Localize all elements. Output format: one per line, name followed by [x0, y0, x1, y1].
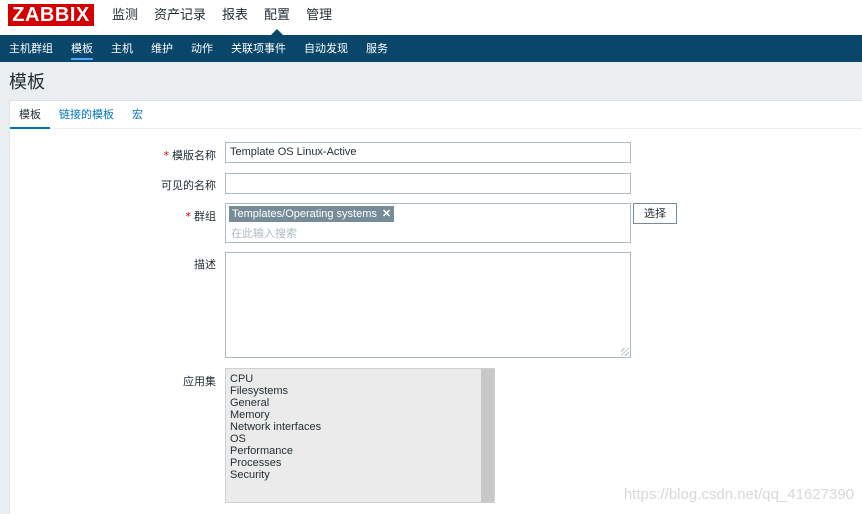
description-label: 描述	[194, 258, 216, 271]
submenu-host-groups[interactable]: 主机群组	[0, 35, 62, 62]
sub-menu: 主机群组 模板 主机 维护 动作 关联项事件 自动发现 服务	[0, 35, 862, 62]
required-mark: *	[185, 210, 192, 223]
tab-macros[interactable]: 宏	[123, 101, 152, 128]
application-item[interactable]: OS	[230, 433, 494, 445]
main-menu: 监测 资产记录 报表 配置 管理	[104, 0, 340, 35]
tab-template[interactable]: 模板	[10, 101, 50, 129]
submenu-maintenance[interactable]: 维护	[142, 35, 182, 62]
application-item[interactable]: Memory	[230, 409, 494, 421]
visible-name-input[interactable]	[225, 173, 631, 194]
tab-linked-templates[interactable]: 链接的模板	[50, 101, 123, 128]
application-item[interactable]: Network interfaces	[230, 421, 494, 433]
groups-label: * 群组	[185, 210, 217, 223]
required-mark: *	[163, 149, 170, 162]
application-item[interactable]: CPU	[230, 373, 494, 385]
groups-search-input[interactable]: 在此输入搜索	[231, 225, 297, 241]
resize-grip-icon[interactable]	[621, 348, 629, 356]
application-item[interactable]: Filesystems	[230, 385, 494, 397]
remove-tag-icon[interactable]: ✕	[382, 208, 391, 220]
submenu-actions[interactable]: 动作	[182, 35, 222, 62]
main-menu-inventory[interactable]: 资产记录	[146, 0, 214, 35]
select-groups-button[interactable]: 选择	[633, 203, 677, 224]
watermark: https://blog.csdn.net/qq_41627390	[623, 486, 854, 503]
application-item[interactable]: Processes	[230, 457, 494, 469]
groups-multiselect[interactable]: Templates/Operating systems ✕ 在此输入搜索	[225, 203, 631, 243]
application-item[interactable]: Security	[230, 469, 494, 481]
page-title: 模板	[9, 72, 45, 93]
applications-scrollbar[interactable]	[481, 369, 494, 502]
application-item[interactable]: Performance	[230, 445, 494, 457]
submenu-services[interactable]: 服务	[357, 35, 397, 62]
submenu-hosts[interactable]: 主机	[102, 35, 142, 62]
main-menu-administration[interactable]: 管理	[298, 0, 340, 35]
visible-name-label: 可见的名称	[161, 179, 216, 192]
submenu-templates[interactable]: 模板	[62, 35, 102, 62]
group-tag: Templates/Operating systems ✕	[229, 206, 395, 222]
main-menu-configuration[interactable]: 配置	[256, 0, 298, 35]
zabbix-logo[interactable]: ZABBIX	[8, 4, 94, 26]
template-name-input[interactable]: Template OS Linux-Active	[225, 142, 631, 163]
applications-list[interactable]: CPU Filesystems General Memory Network i…	[225, 368, 495, 503]
form-tabs: 模板 链接的模板 宏	[10, 101, 862, 129]
submenu-event-correlation[interactable]: 关联项事件	[222, 35, 295, 62]
submenu-discovery[interactable]: 自动发现	[295, 35, 357, 62]
applications-label: 应用集	[183, 375, 216, 388]
main-menu-monitoring[interactable]: 监测	[104, 0, 146, 35]
main-menu-reports[interactable]: 报表	[214, 0, 256, 35]
top-bar: ZABBIX 监测 资产记录 报表 配置 管理	[0, 0, 862, 35]
application-item[interactable]: General	[230, 397, 494, 409]
template-name-label: * 模版名称	[163, 149, 217, 162]
description-textarea[interactable]	[225, 252, 631, 358]
template-form-panel: 模板 链接的模板 宏 * 模版名称 Template OS Linux-Activ…	[9, 100, 862, 514]
